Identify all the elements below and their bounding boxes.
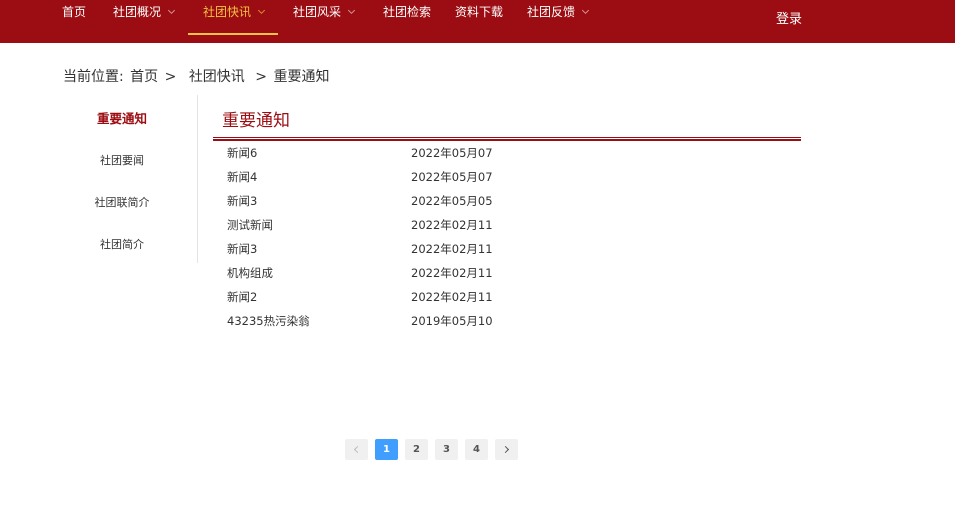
news-date: 2022年05月07 [411,146,493,160]
list-item[interactable]: 测试新闻 2022年02月11 [227,216,627,240]
list-item[interactable]: 机构组成 2022年02月11 [227,264,627,288]
sidebar-item-club-intro[interactable]: 社团简介 [63,236,181,252]
chevron-down-icon [257,6,266,15]
top-nav-bar: 首页 社团概况 社团快讯 社团风采 社团检索 资料下载 社团反馈 登录 [0,0,955,43]
nav-item-news[interactable]: 社团快讯 [203,0,266,35]
sidebar-item-club-news[interactable]: 社团要闻 [63,152,181,168]
nav-item-home[interactable]: 首页 [62,0,86,35]
news-title[interactable]: 新闻2 [227,288,257,306]
list-item[interactable]: 新闻3 2022年02月11 [227,240,627,264]
breadcrumb-separator: > [255,69,267,85]
page-button-2[interactable]: 2 [405,439,428,460]
list-item[interactable]: 新闻3 2022年05月05 [227,192,627,216]
news-title[interactable]: 新闻3 [227,240,257,258]
news-title[interactable]: 新闻3 [227,192,257,210]
nav-item-overview[interactable]: 社团概况 [113,0,176,35]
news-title[interactable]: 测试新闻 [227,216,273,234]
breadcrumb-separator: > [164,69,177,85]
news-date: 2022年02月11 [411,290,493,304]
news-title[interactable]: 新闻4 [227,168,257,186]
news-date: 2022年02月11 [411,218,493,232]
nav-item-label: 资料下载 [455,5,504,19]
sidebar: 重要通知 社团要闻 社团联简介 社团简介 [63,95,198,263]
breadcrumb-section-link[interactable]: 社团快讯 [189,69,245,85]
nav-item-search[interactable]: 社团检索 [383,0,431,35]
nav-item-feedback[interactable]: 社团反馈 [527,0,590,35]
list-item[interactable]: 新闻6 2022年05月07 [227,144,627,168]
news-date: 2022年05月05 [411,194,493,208]
nav-active-underline [188,33,278,35]
page-title: 重要通知 [222,111,290,131]
list-item[interactable]: 新闻4 2022年05月07 [227,168,627,192]
page-button-3[interactable]: 3 [435,439,458,460]
list-item[interactable]: 新闻2 2022年02月11 [227,288,627,312]
news-title[interactable]: 机构组成 [227,264,273,282]
nav-item-label: 社团风采 [293,5,342,19]
chevron-down-icon [347,6,356,15]
sidebar-item-federation-intro[interactable]: 社团联简介 [63,194,181,210]
nav-item-downloads[interactable]: 资料下载 [455,0,503,35]
title-divider [213,137,801,141]
nav-item-label: 社团检索 [383,5,432,19]
chevron-right-icon [501,445,510,454]
prev-page-button[interactable] [345,439,368,460]
news-date: 2022年05月07 [411,170,493,184]
breadcrumb: 当前位置: 首页 > 社团快讯 > 重要通知 [63,66,331,86]
page-button-4[interactable]: 4 [465,439,488,460]
nav-item-label: 社团反馈 [527,5,576,19]
nav-item-label: 社团概况 [113,5,162,19]
news-title[interactable]: 43235热污染翁 [227,312,310,330]
breadcrumb-home-link[interactable]: 首页 [130,69,158,85]
breadcrumb-prefix: 当前位置: [63,69,124,85]
news-date: 2022年02月11 [411,266,493,280]
chevron-down-icon [581,6,590,15]
nav-item-label: 首页 [62,5,87,19]
page-button-1[interactable]: 1 [375,439,398,460]
nav-item-style[interactable]: 社团风采 [293,0,356,35]
chevron-left-icon [353,445,362,454]
chevron-down-icon [167,6,176,15]
next-page-button[interactable] [495,439,518,460]
breadcrumb-current: 重要通知 [273,69,330,85]
nav-item-label: 社团快讯 [203,5,252,19]
news-list: 新闻6 2022年05月07 新闻4 2022年05月07 新闻3 2022年0… [227,144,627,336]
news-title[interactable]: 新闻6 [227,144,257,162]
news-date: 2019年05月10 [411,314,493,328]
sidebar-item-important-notice[interactable]: 重要通知 [63,108,181,127]
login-button[interactable]: 登录 [776,8,802,27]
list-item[interactable]: 43235热污染翁 2019年05月10 [227,312,627,336]
news-date: 2022年02月11 [411,242,493,256]
